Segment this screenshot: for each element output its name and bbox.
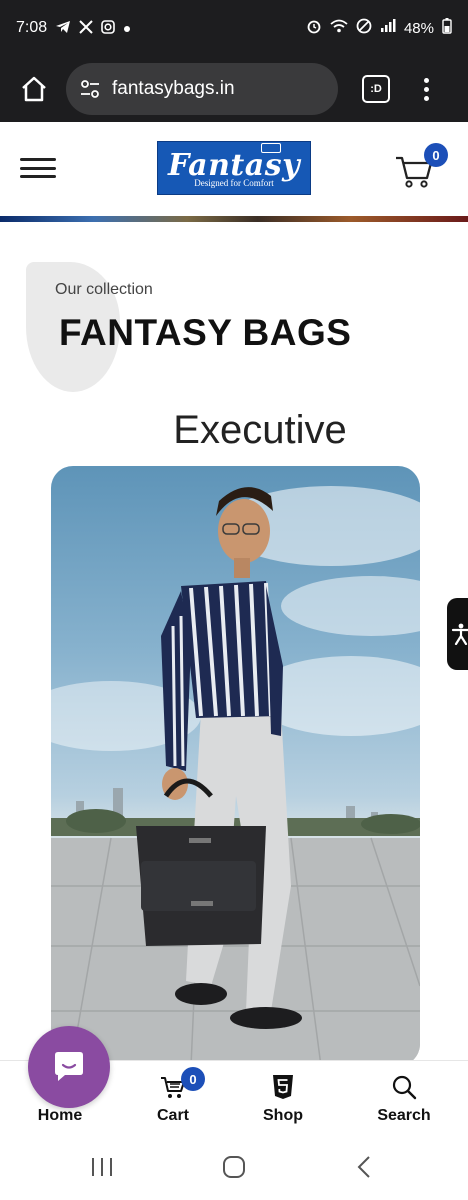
recents-button[interactable] <box>90 1156 114 1183</box>
header-banner-strip <box>0 216 468 222</box>
executive-bag-model-image <box>51 486 420 1066</box>
accessibility-icon <box>451 623 468 645</box>
header-cart-count-badge: 0 <box>424 143 448 167</box>
chat-icon <box>55 1052 83 1081</box>
tab-switcher-label: :D <box>370 83 382 95</box>
signal-icon <box>380 19 396 37</box>
site-settings-icon[interactable] <box>80 80 100 98</box>
telegram-icon <box>55 20 71 36</box>
status-time: 7:08 <box>16 19 48 36</box>
x-icon <box>79 20 93 36</box>
home-circle-icon <box>223 1156 245 1178</box>
wifi-icon <box>330 19 348 37</box>
product-image-card[interactable] <box>51 466 420 1066</box>
logo-crown-icon <box>261 143 281 153</box>
browser-menu-button[interactable] <box>424 77 429 101</box>
chat-button[interactable] <box>28 1026 110 1108</box>
alarm-icon <box>306 18 322 38</box>
url-text: fantasybags.in <box>112 78 235 99</box>
home-nav-button[interactable] <box>222 1156 246 1183</box>
site-header: Fantasy Designed for Comfort <box>0 122 468 216</box>
dnd-icon <box>356 18 372 38</box>
system-nav-bar <box>0 1138 468 1200</box>
nav-item-search[interactable]: Search <box>359 1073 449 1125</box>
html5-icon <box>238 1073 328 1101</box>
recents-icon <box>92 1158 112 1176</box>
brand-logo[interactable]: Fantasy Designed for Comfort <box>157 141 311 195</box>
browser-home-button[interactable] <box>12 67 56 111</box>
nav-cart-count-badge: 0 <box>181 1067 205 1091</box>
search-icon <box>359 1073 449 1101</box>
battery-text: 48% <box>403 19 434 37</box>
url-bar[interactable]: fantasybags.in <box>66 63 338 115</box>
tab-switcher-button[interactable]: :D <box>362 75 390 103</box>
menu-icon[interactable] <box>20 158 56 178</box>
instagram-icon <box>101 20 115 36</box>
accessibility-button[interactable] <box>447 598 468 670</box>
collection-kicker: Our collection <box>55 281 153 298</box>
battery-icon <box>442 18 452 38</box>
nav-label-home: Home <box>37 1107 83 1124</box>
nav-item-shop[interactable]: Shop <box>238 1073 328 1125</box>
nav-label-search: Search <box>377 1107 431 1124</box>
home-icon <box>22 76 46 102</box>
nav-label-shop: Shop <box>263 1107 303 1124</box>
status-bar: 7:08 48% <box>0 0 468 56</box>
category-title: Executive <box>173 408 347 452</box>
dot-icon <box>123 21 131 35</box>
collection-title: FANTASY BAGS <box>59 312 352 353</box>
browser-toolbar: fantasybags.in :D <box>0 56 468 122</box>
back-button[interactable] <box>356 1156 372 1183</box>
back-icon <box>357 1156 370 1178</box>
nav-label-cart: Cart <box>156 1107 189 1124</box>
